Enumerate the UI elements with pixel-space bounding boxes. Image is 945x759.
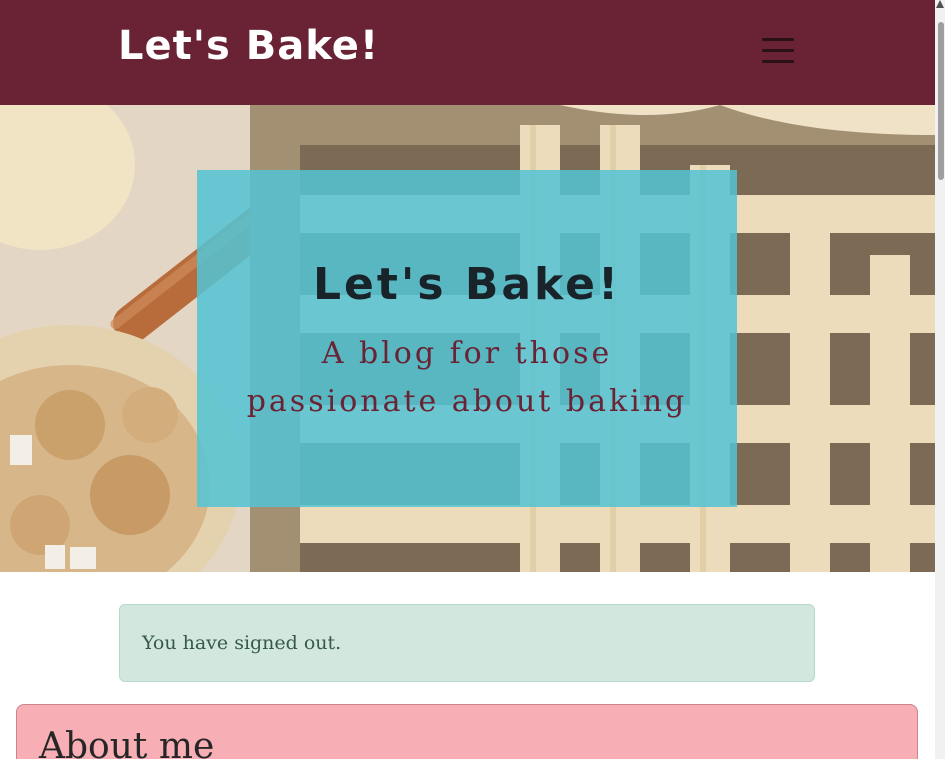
hamburger-bar [762, 49, 794, 52]
scrollbar-thumb[interactable] [938, 22, 944, 180]
hamburger-bar [762, 60, 794, 63]
signed-out-alert: You have signed out. [119, 604, 815, 682]
hero-subtitle-line: A blog for those [321, 336, 613, 371]
hero-banner: Let's Bake! A blog for those passionate … [0, 105, 935, 572]
hamburger-bar [762, 38, 794, 41]
hero-subtitle: A blog for those passionate about baking [217, 330, 717, 426]
navbar-toggle-button[interactable] [758, 34, 798, 68]
page-scrollbar[interactable] [935, 0, 945, 759]
navbar: Let's Bake! [0, 0, 935, 105]
hero-title: Let's Bake! [312, 259, 622, 310]
about-me-heading: About me [39, 726, 215, 759]
hero-overlay-box: Let's Bake! A blog for those passionate … [197, 170, 737, 507]
brand-link[interactable]: Let's Bake! [118, 18, 379, 74]
about-me-card: About me [16, 704, 918, 759]
alert-message: You have signed out. [142, 632, 342, 654]
scroll-up-arrow-icon[interactable] [936, 0, 944, 8]
hero-subtitle-line: passionate about baking [246, 384, 688, 419]
